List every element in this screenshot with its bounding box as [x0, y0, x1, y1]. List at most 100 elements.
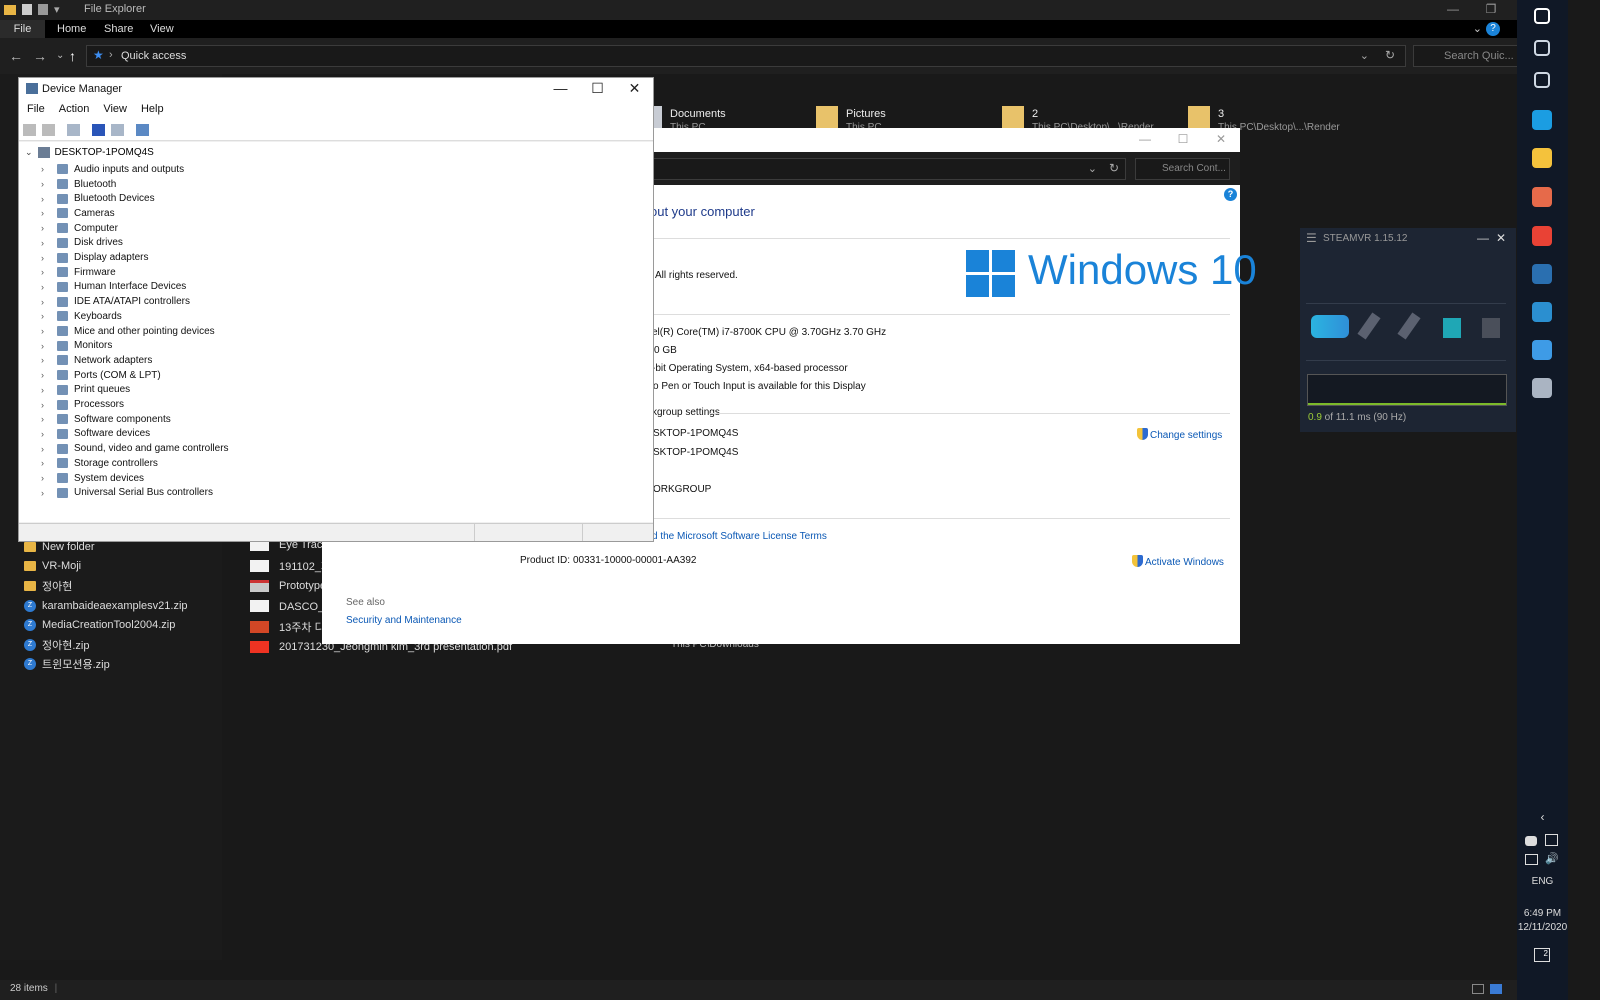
address-bar[interactable]: ★ › Quick access ⌄ ↻ — [86, 45, 1406, 67]
control-panel-search[interactable]: Search Cont... — [1135, 158, 1230, 180]
details-view-icon[interactable] — [1472, 984, 1484, 994]
chevron-right-icon[interactable]: › — [41, 414, 51, 424]
device-category[interactable]: › Keyboards — [41, 309, 122, 324]
chevron-right-icon[interactable]: › — [41, 179, 51, 189]
device-category[interactable]: › Software devices — [41, 427, 150, 442]
menu-file[interactable]: File — [19, 100, 51, 119]
nav-item[interactable]: VR-Moji — [24, 557, 188, 577]
device-category[interactable]: › Display adapters — [41, 250, 148, 265]
input-language[interactable]: ENG — [1517, 876, 1568, 887]
edge-icon[interactable] — [1532, 110, 1552, 130]
change-settings-link[interactable]: Change settings — [1137, 428, 1222, 441]
chevron-right-icon[interactable]: › — [41, 385, 51, 395]
device-manager-icon[interactable] — [1532, 378, 1552, 398]
device-category[interactable]: › Processors — [41, 397, 124, 412]
device-category[interactable]: › Cameras — [41, 206, 115, 221]
display-icon[interactable] — [1545, 834, 1558, 846]
license-terms-link[interactable]: d the Microsoft Software License Terms — [652, 531, 827, 542]
search-icon[interactable] — [1534, 40, 1550, 56]
onedrive-icon[interactable] — [1525, 836, 1537, 846]
chevron-right-icon[interactable]: › — [41, 429, 51, 439]
device-category[interactable]: › Universal Serial Bus controllers — [41, 485, 213, 500]
forward-icon[interactable]: → — [33, 48, 47, 64]
tab-home[interactable]: Home — [47, 20, 96, 38]
nav-item[interactable]: Z MediaCreationTool2004.zip — [24, 615, 188, 635]
tab-file[interactable]: File — [0, 20, 45, 38]
back-icon[interactable] — [23, 123, 36, 136]
properties-icon[interactable] — [22, 4, 32, 15]
chevron-right-icon[interactable]: › — [41, 238, 51, 248]
steamvr-icon[interactable] — [1532, 302, 1552, 322]
device-category[interactable]: › Network adapters — [41, 353, 152, 368]
clock-time[interactable]: 6:49 PM — [1517, 908, 1568, 919]
chevron-right-icon[interactable]: › — [41, 444, 51, 454]
tree-root[interactable]: ⌄ DESKTOP-1POMQ4S — [25, 147, 154, 158]
new-folder-icon[interactable] — [38, 4, 48, 15]
menu-icon[interactable]: ☰ — [1306, 231, 1317, 245]
nav-item[interactable]: Zkarambaideaexamplesv21.zip — [24, 596, 188, 616]
chevron-right-icon[interactable]: › — [41, 223, 51, 233]
device-category[interactable]: › Software components — [41, 412, 171, 427]
device-category[interactable]: › Audio inputs and outputs — [41, 162, 184, 177]
up-icon[interactable]: ↑ — [69, 48, 76, 64]
minimize-button[interactable]: — — [1434, 0, 1472, 20]
app-icon[interactable] — [1532, 340, 1552, 360]
device-category[interactable]: › Human Interface Devices — [41, 280, 186, 295]
nav-item[interactable]: Z 정아현.zip — [24, 635, 188, 655]
chevron-right-icon[interactable]: › — [41, 341, 51, 351]
device-category[interactable]: › Bluetooth — [41, 177, 116, 192]
menu-help[interactable]: Help — [133, 100, 170, 119]
refresh-icon[interactable]: ↻ — [1109, 161, 1119, 175]
device-category[interactable]: › Ports (COM & LPT) — [41, 368, 161, 383]
activate-windows-link[interactable]: Activate Windows — [1132, 555, 1224, 568]
properties-icon[interactable] — [111, 123, 124, 136]
device-category[interactable]: › Disk drives — [41, 236, 123, 251]
chevron-right-icon[interactable]: › — [41, 473, 51, 483]
refresh-icon[interactable]: ↻ — [1385, 48, 1395, 62]
help-icon[interactable]: ? — [1486, 22, 1500, 36]
forward-icon[interactable] — [42, 123, 55, 136]
close-button[interactable]: ✕ — [1496, 231, 1506, 245]
device-category[interactable]: › Print queues — [41, 383, 130, 398]
chevron-right-icon[interactable]: › — [41, 400, 51, 410]
chevron-right-icon[interactable]: › — [41, 164, 51, 174]
menu-action[interactable]: Action — [51, 100, 96, 119]
network-icon[interactable] — [1525, 854, 1538, 865]
chevron-right-icon[interactable]: › — [41, 297, 51, 307]
device-category[interactable]: › Storage controllers — [41, 456, 158, 471]
chevron-right-icon[interactable]: › — [41, 267, 51, 277]
task-view-icon[interactable] — [1534, 72, 1550, 88]
device-category[interactable]: › System devices — [41, 471, 144, 486]
minimize-button[interactable]: — — [1477, 231, 1489, 245]
security-maintenance-link[interactable]: Security and Maintenance — [346, 615, 462, 626]
show-hidden-icons-icon[interactable]: ‹ — [1517, 810, 1568, 824]
close-button[interactable]: ✕ — [1202, 128, 1240, 150]
maximize-button[interactable]: ☐ — [1164, 128, 1202, 150]
steam-icon[interactable] — [1532, 264, 1552, 284]
large-icons-view-icon[interactable] — [1490, 984, 1502, 994]
minimize-button[interactable]: — — [542, 78, 579, 98]
address-dropdown-icon[interactable]: ⌄ — [1360, 49, 1369, 62]
device-category[interactable]: › Computer — [41, 221, 118, 236]
device-category[interactable]: › Firmware — [41, 265, 116, 280]
show-hide-tree-icon[interactable] — [67, 123, 80, 136]
chevron-right-icon[interactable]: › — [41, 194, 51, 204]
expand-ribbon-icon[interactable]: ⌄ — [1473, 22, 1482, 35]
chevron-down-icon[interactable]: ⌄ — [25, 147, 33, 158]
notification-center-icon[interactable]: 2 — [1534, 948, 1550, 962]
help-icon[interactable] — [92, 123, 105, 136]
back-icon[interactable]: ← — [9, 48, 23, 64]
chevron-right-icon[interactable]: › — [41, 370, 51, 380]
tab-share[interactable]: Share — [94, 20, 143, 38]
windows-icon[interactable] — [1534, 8, 1550, 24]
maximize-button[interactable]: ☐ — [579, 78, 616, 98]
customize-qa-icon[interactable]: ▾ — [54, 3, 60, 16]
chevron-right-icon[interactable]: › — [41, 208, 51, 218]
chevron-right-icon[interactable]: › — [41, 458, 51, 468]
tab-view[interactable]: View — [140, 20, 184, 38]
device-category[interactable]: › Bluetooth Devices — [41, 191, 155, 206]
system-address-bar[interactable]: ⌄ ↻ — [642, 158, 1126, 180]
device-category[interactable]: › Sound, video and game controllers — [41, 441, 229, 456]
menu-view[interactable]: View — [95, 100, 133, 119]
minimize-button[interactable]: — — [1126, 128, 1164, 150]
